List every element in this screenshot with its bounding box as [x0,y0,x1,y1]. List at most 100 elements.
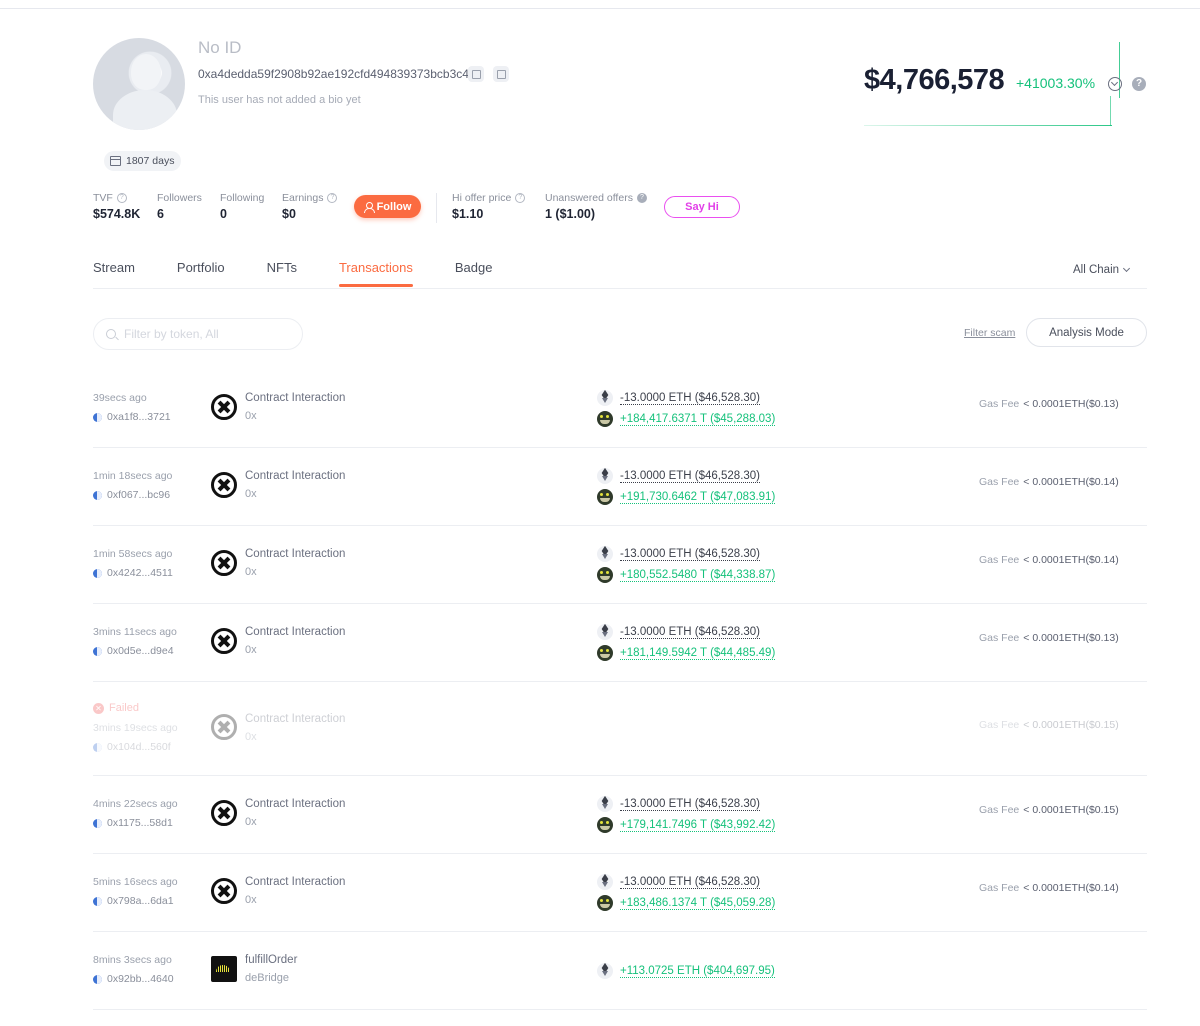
tvf-value: $574.8K [93,207,141,221]
row-divider [93,603,1147,604]
row-divider [93,853,1147,854]
token-out: -13.0000 ETH ($46,528.30) [597,468,761,484]
token-in: +183,486.1374 T ($45,059.28) [597,895,776,911]
wallet-address: 0xa4dedda59f2908b92ae192cfd494839373bcb3… [198,67,469,81]
contract-icon [211,628,237,654]
followers-value[interactable]: 6 [157,207,164,221]
info-icon[interactable]: ? [116,193,127,203]
tx-contract[interactable]: deBridge [245,972,289,984]
copy-icon[interactable] [468,66,484,82]
tx-contract[interactable]: 0x [245,644,257,656]
chevron-down-icon[interactable] [1108,77,1122,91]
token-in: +179,141.7496 T ($43,992.42) [597,817,776,833]
qr-code-icon[interactable] [493,66,509,82]
days-badge: 1807 days [104,151,182,171]
tx-hash-link[interactable]: 0x92bb...4640 [93,973,174,985]
tx-contract[interactable]: 0x [245,731,257,743]
tx-hash-link[interactable]: 0x798a...6da1 [93,895,174,907]
following-label[interactable]: Following [220,192,264,204]
tx-contract[interactable]: 0x [245,894,257,906]
tx-type: Contract Interaction [245,392,346,404]
tx-time: 39secs ago [93,392,147,404]
tx-time: 1min 58secs ago [93,548,173,560]
chevron-down-icon [1122,264,1131,273]
info-icon[interactable]: ? [327,193,338,203]
help-icon[interactable]: ? [1132,77,1146,91]
follow-button[interactable]: Follow [354,195,421,218]
chain-selector[interactable]: All Chain [1073,264,1131,276]
tx-hash-link[interactable]: 0x4242...4511 [93,567,173,579]
token-in: +191,730.6462 T ($47,083.91) [597,489,776,505]
token-filter-input[interactable]: Filter by token, All [93,318,303,350]
profile-name: No ID [198,38,242,57]
tx-time: 1min 18secs ago [93,470,173,482]
tx-type: Contract Interaction [245,626,346,638]
gas-fee: Gas Fee < 0.0001ETH($0.13) [979,632,1119,644]
help-icon[interactable]: ? [636,193,647,203]
tx-hash-link[interactable]: 0x1175...58d1 [93,817,173,829]
tabs-divider [93,288,1147,289]
tx-type: Contract Interaction [245,798,346,810]
error-icon: ✕ [93,702,104,714]
tx-time: 8mins 3secs ago [93,954,172,966]
tx-type: Contract Interaction [245,876,346,888]
say-hi-button[interactable]: Say Hi [664,196,740,218]
tab-portfolio[interactable]: Portfolio [177,260,225,288]
tab-stream[interactable]: Stream [93,260,135,288]
gas-fee: Gas Fee < 0.0001ETH($0.15) [979,804,1119,816]
row-divider [93,931,1147,932]
tab-badge[interactable]: Badge [455,260,493,288]
gas-fee: Gas Fee < 0.0001ETH($0.14) [979,554,1119,566]
debridge-logo-icon [211,956,237,982]
net-worth: $4,766,578 [864,64,1005,96]
eth-icon [597,390,613,406]
profile-bio: This user has not added a bio yet [198,94,361,106]
avatar[interactable] [93,38,185,130]
eth-icon [597,546,613,562]
chain-icon [93,974,102,984]
person-icon [363,201,375,213]
calendar-icon [110,156,121,166]
token-t-icon [597,645,613,661]
followers-label[interactable]: Followers [157,192,202,204]
search-icon [106,329,116,339]
token-t-icon [597,895,613,911]
eth-icon [597,874,613,890]
token-t-icon [597,817,613,833]
contract-icon [211,800,237,826]
tx-contract[interactable]: 0x [245,566,257,578]
gas-fee: Gas Fee < 0.0001ETH($0.14) [979,476,1119,488]
chain-icon [93,646,102,656]
stats-divider [436,193,437,223]
chain-icon [93,742,102,752]
row-divider [93,681,1147,682]
token-out: -13.0000 ETH ($46,528.30) [597,390,761,406]
filter-placeholder: Filter by token, All [124,327,219,341]
chain-icon [93,818,102,828]
tab-nfts[interactable]: NFTs [267,260,297,288]
contract-icon [211,714,237,740]
token-in: +180,552.5480 T ($44,338.87) [597,567,776,583]
token-out: -13.0000 ETH ($46,528.30) [597,624,761,640]
contract-icon [211,394,237,420]
days-label: 1807 days [126,155,175,167]
tx-contract[interactable]: 0x [245,410,257,422]
chain-icon [93,412,102,422]
analysis-mode-button[interactable]: Analysis Mode [1026,318,1147,347]
sparkline-baseline [864,125,1112,126]
filter-scam-link[interactable]: Filter scam [964,327,1015,339]
tx-hash-link[interactable]: 0x104d...560f [93,741,171,753]
hi-offer-label: Hi offer price? [452,192,526,204]
profile-tabs: Stream Portfolio NFTs Transactions Badge [93,260,534,288]
info-icon[interactable]: ? [515,193,526,203]
tx-hash-link[interactable]: 0x0d5e...d9e4 [93,645,174,657]
token-t-icon [597,411,613,427]
tx-contract[interactable]: 0x [245,488,257,500]
tx-hash-link[interactable]: 0xf067...bc96 [93,489,170,501]
tx-contract[interactable]: 0x [245,816,257,828]
following-value[interactable]: 0 [220,207,227,221]
tx-hash-link[interactable]: 0xa1f8...3721 [93,411,171,423]
eth-icon [597,963,613,979]
token-in: +181,149.5942 T ($44,485.49) [597,645,776,661]
tab-transactions[interactable]: Transactions [338,260,413,288]
